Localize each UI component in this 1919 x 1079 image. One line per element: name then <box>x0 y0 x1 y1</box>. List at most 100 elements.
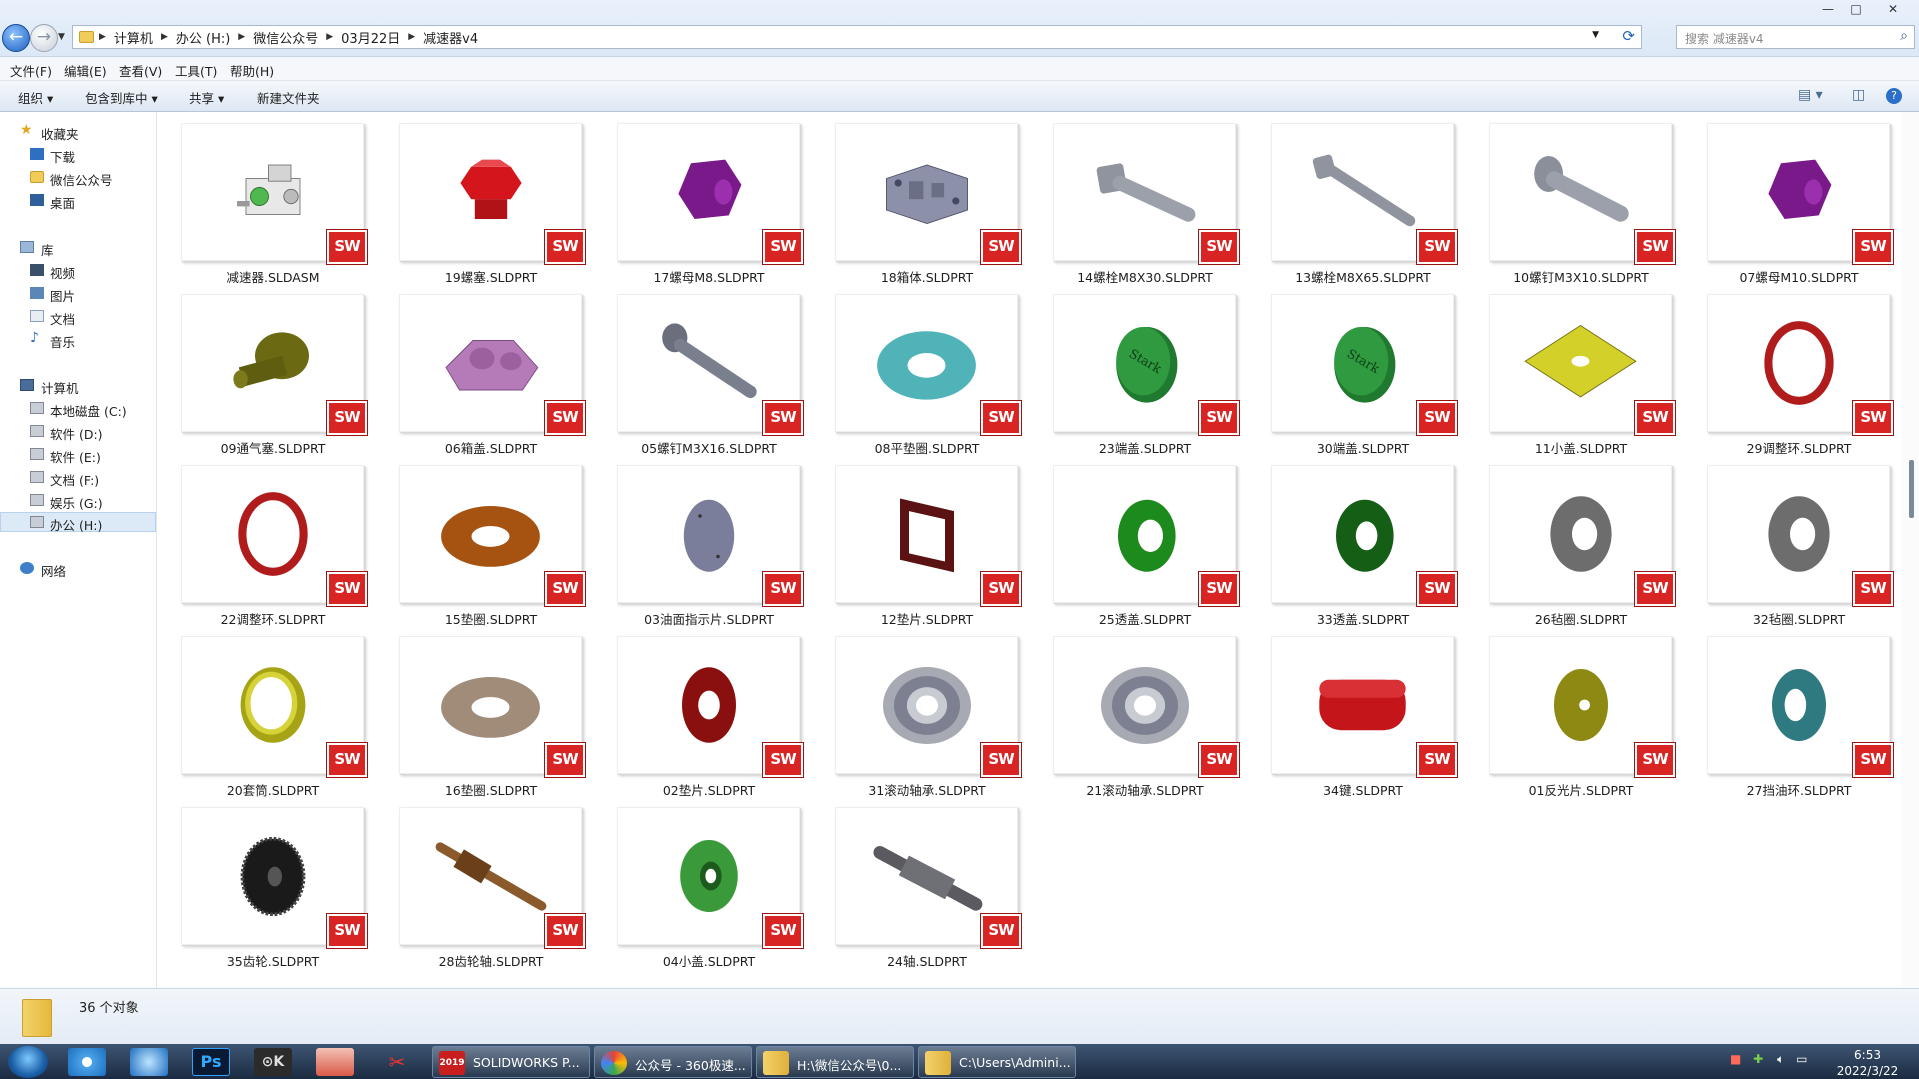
file-thumbnail[interactable]: SW <box>1707 636 1893 777</box>
file-tile[interactable]: SW 21滚动轴承.SLDPRT <box>1029 627 1239 798</box>
search-icon[interactable]: ⌕ <box>1900 28 1908 44</box>
tools-app-icon[interactable]: ✂ <box>378 1048 416 1076</box>
file-name[interactable]: 06箱盖.SLDPRT <box>389 438 593 457</box>
file-tile[interactable]: SW 33透盖.SLDPRT <box>1247 456 1457 627</box>
file-thumbnail[interactable]: SW <box>1707 294 1893 435</box>
menu-file[interactable]: 文件(F) <box>10 61 52 80</box>
file-name[interactable]: 11小盖.SLDPRT <box>1479 438 1683 457</box>
photoshop-icon[interactable]: Ps <box>192 1048 230 1076</box>
maximize-button[interactable]: □ <box>1842 0 1870 18</box>
file-name[interactable]: 20套筒.SLDPRT <box>171 780 375 799</box>
file-tile[interactable]: SW 34键.SLDPRT <box>1247 627 1457 798</box>
breadcrumb-computer[interactable]: 计算机 <box>114 28 153 47</box>
chevron-right-icon[interactable]: ▶ <box>326 32 333 42</box>
file-tile[interactable]: SW 03油面指示片.SLDPRT <box>593 456 803 627</box>
file-name[interactable]: 08平垫圈.SLDPRT <box>825 438 1029 457</box>
file-thumbnail[interactable]: SW <box>399 465 585 606</box>
file-tile[interactable]: SW 01反光片.SLDPRT <box>1465 627 1675 798</box>
file-name[interactable]: 22调整环.SLDPRT <box>171 609 375 628</box>
file-thumbnail[interactable]: SW <box>1489 636 1675 777</box>
file-thumbnail[interactable]: SW <box>181 294 367 435</box>
file-name[interactable]: 30端盖.SLDPRT <box>1261 438 1465 457</box>
task-explorer-2[interactable]: C:\Users\Admini... <box>918 1046 1076 1078</box>
system-tray[interactable]: ■ ✚ 🔈︎ ▭ <box>1730 1052 1807 1067</box>
recent-pages-dropdown[interactable]: ▼ <box>58 32 65 42</box>
file-thumbnail[interactable]: SW <box>835 123 1021 264</box>
file-thumbnail[interactable]: SW <box>181 465 367 606</box>
file-thumbnail[interactable]: SW <box>399 123 585 264</box>
file-thumbnail[interactable]: SW <box>617 636 803 777</box>
file-thumbnail[interactable]: SW <box>617 123 803 264</box>
menu-view[interactable]: 查看(V) <box>119 61 162 80</box>
breadcrumb-current[interactable]: 减速器v4 <box>423 28 478 47</box>
file-tile[interactable]: SW 20套筒.SLDPRT <box>157 627 367 798</box>
file-name[interactable]: 16垫圈.SLDPRT <box>389 780 593 799</box>
file-name[interactable]: 17螺母M8.SLDPRT <box>607 267 811 286</box>
file-tile[interactable]: SW 06箱盖.SLDPRT <box>375 285 585 456</box>
browser-icon[interactable] <box>130 1048 168 1076</box>
task-solidworks[interactable]: 2019 SOLIDWORKS P... <box>432 1046 590 1078</box>
nav-drive-e[interactable]: 软件 (E:) <box>0 445 156 465</box>
media-app-icon[interactable] <box>316 1048 354 1076</box>
view-options-icon[interactable]: ▤ ▾ <box>1798 87 1823 103</box>
file-thumbnail[interactable]: SW <box>399 807 585 948</box>
file-tile[interactable]: SW 07螺母M10.SLDPRT <box>1683 114 1893 285</box>
clock[interactable]: 6:53 2022/3/22 <box>1820 1047 1915 1079</box>
forward-button[interactable]: → <box>30 24 58 52</box>
file-name[interactable]: 31滚动轴承.SLDPRT <box>825 780 1029 799</box>
menu-tools[interactable]: 工具(T) <box>175 61 217 80</box>
start-button[interactable] <box>8 1046 48 1078</box>
file-thumbnail[interactable]: SW <box>1271 636 1457 777</box>
file-tile[interactable]: SW 22调整环.SLDPRT <box>157 456 367 627</box>
file-tile[interactable]: SW 04小盖.SLDPRT <box>593 798 803 969</box>
file-thumbnail[interactable]: SW <box>181 807 367 948</box>
file-name[interactable]: 25透盖.SLDPRT <box>1043 609 1247 628</box>
file-name[interactable]: 14螺栓M8X30.SLDPRT <box>1043 267 1247 286</box>
file-name[interactable]: 18箱体.SLDPRT <box>825 267 1029 286</box>
chevron-right-icon[interactable]: ▶ <box>99 32 106 42</box>
file-name[interactable]: 26毡圈.SLDPRT <box>1479 609 1683 628</box>
breadcrumb-wechat[interactable]: 微信公众号 <box>253 28 318 47</box>
file-thumbnail[interactable]: SW <box>835 636 1021 777</box>
nav-favorites[interactable]: ★ 收藏夹 <box>0 122 156 142</box>
file-tile[interactable]: Stark SW 30端盖.SLDPRT <box>1247 285 1457 456</box>
file-thumbnail[interactable]: SW <box>617 807 803 948</box>
scrollbar-thumb[interactable] <box>1909 460 1914 518</box>
file-tile[interactable]: SW 31滚动轴承.SLDPRT <box>811 627 1021 798</box>
menu-edit[interactable]: 编辑(E) <box>64 61 107 80</box>
file-name[interactable]: 33透盖.SLDPRT <box>1261 609 1465 628</box>
file-tile[interactable]: SW 05螺钉M3X16.SLDPRT <box>593 285 803 456</box>
file-tile[interactable]: SW 11小盖.SLDPRT <box>1465 285 1675 456</box>
file-thumbnail[interactable]: SW <box>181 636 367 777</box>
file-tile[interactable]: SW 16垫圈.SLDPRT <box>375 627 585 798</box>
file-name[interactable]: 34键.SLDPRT <box>1261 780 1465 799</box>
file-thumbnail[interactable]: SW <box>1489 294 1675 435</box>
file-tile[interactable]: SW 02垫片.SLDPRT <box>593 627 803 798</box>
file-name[interactable]: 07螺母M10.SLDPRT <box>1697 267 1901 286</box>
preview-pane-icon[interactable]: ◫ <box>1852 87 1865 103</box>
nav-computer[interactable]: 计算机 <box>0 376 156 396</box>
file-tile[interactable]: SW 28齿轮轴.SLDPRT <box>375 798 585 969</box>
file-name[interactable]: 减速器.SLDASM <box>171 267 375 286</box>
pinwheel-app-icon[interactable] <box>68 1048 106 1076</box>
file-name[interactable]: 15垫圈.SLDPRT <box>389 609 593 628</box>
refresh-icon[interactable]: ⟳ <box>1622 27 1635 45</box>
nav-drive-f[interactable]: 文档 (F:) <box>0 468 156 488</box>
file-thumbnail[interactable]: Stark SW <box>1053 294 1239 435</box>
address-bar[interactable]: ▶ 计算机 ▶ 办公 (H:) ▶ 微信公众号 ▶ 03月22日 ▶ 减速器v4… <box>72 25 1642 49</box>
file-thumbnail[interactable]: SW <box>1707 465 1893 606</box>
file-tile[interactable]: SW 35齿轮.SLDPRT <box>157 798 367 969</box>
file-name[interactable]: 27挡油环.SLDPRT <box>1697 780 1901 799</box>
file-name[interactable]: 02垫片.SLDPRT <box>607 780 811 799</box>
file-thumbnail[interactable]: SW <box>835 807 1021 948</box>
file-thumbnail[interactable]: SW <box>399 636 585 777</box>
include-in-library-button[interactable]: 包含到库中 ▾ <box>85 88 158 107</box>
file-tile[interactable]: SW 10螺钉M3X10.SLDPRT <box>1465 114 1675 285</box>
nav-videos[interactable]: 视频 <box>0 261 156 281</box>
vertical-scrollbar[interactable] <box>1901 112 1919 988</box>
file-thumbnail[interactable]: SW <box>1489 465 1675 606</box>
nav-drive-d[interactable]: 软件 (D:) <box>0 422 156 442</box>
file-thumbnail[interactable]: SW <box>1707 123 1893 264</box>
nav-music[interactable]: ♪ 音乐 <box>0 330 156 350</box>
volume-icon[interactable]: 🔈︎ <box>1777 1052 1784 1066</box>
